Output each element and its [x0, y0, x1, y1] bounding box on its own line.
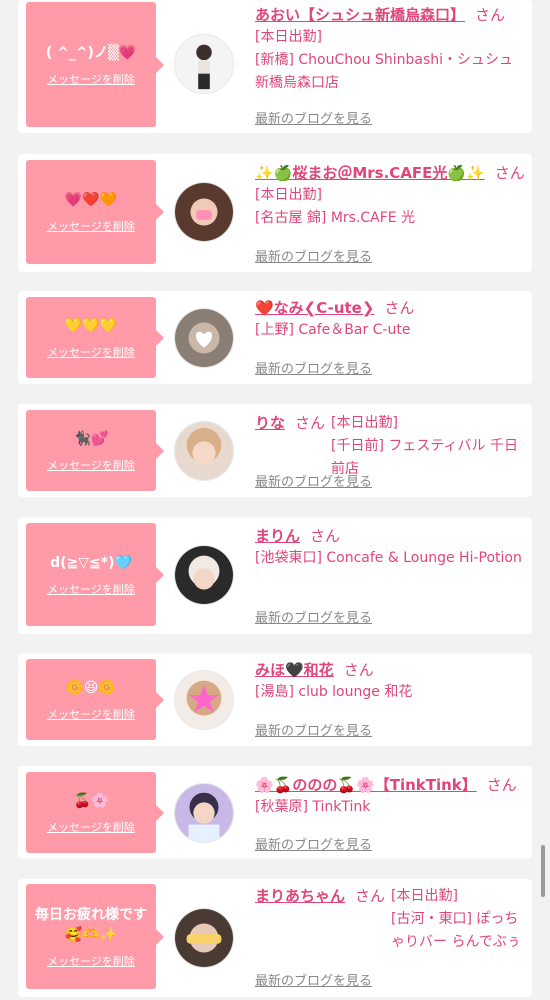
message-text: 💛💛💛 — [64, 317, 118, 334]
list-item: 🍒🌸 メッセージを削除 🌸🍒ののの🍒🌸【TinkTink】 さん [秋葉原] Ti… — [18, 766, 532, 859]
honorific: さん — [475, 6, 506, 24]
cast-name-link[interactable]: みほ🖤和花 — [255, 661, 334, 679]
cast-name-link[interactable]: あおい【シュシュ新橋烏森口】 — [255, 6, 465, 24]
delete-message-link[interactable]: メッセージを削除 — [47, 344, 135, 360]
message-bubble: 毎日お疲れ様です 🥰🫶✨ メッセージを削除 — [26, 884, 164, 989]
delete-message-link[interactable]: メッセージを削除 — [47, 706, 135, 722]
avatar[interactable] — [174, 908, 234, 968]
cast-name-link[interactable]: まりあちゃん — [255, 887, 345, 905]
avatar[interactable] — [174, 34, 234, 94]
message-bubble: d(≧▽≦*)🩵 メッセージを削除 — [26, 523, 164, 626]
scrollbar[interactable] — [541, 845, 545, 897]
delete-message-link[interactable]: メッセージを削除 — [47, 819, 135, 835]
shop-info: [湯島] club lounge 和花 — [255, 684, 413, 700]
message-text: d(≧▽≦*)🩵 — [50, 554, 132, 571]
latest-blog-link[interactable]: 最新のブログを見る — [255, 358, 372, 377]
shop-info: [上野] Cafe＆Bar C-ute — [255, 322, 411, 338]
latest-blog-link[interactable]: 最新のブログを見る — [255, 246, 372, 265]
honorific: さん — [343, 661, 374, 679]
cast-name-link[interactable]: ❤️なみ❮C-ute❯ — [255, 299, 374, 317]
list-item: 🌼😆🌼 メッセージを削除 みほ🖤和花 さん [湯島] club lounge 和花… — [18, 653, 532, 746]
message-text: 毎日お疲れ様です 🥰🫶✨ — [35, 906, 147, 943]
list-item: 毎日お疲れ様です 🥰🫶✨ メッセージを削除 まりあちゃん さん [本日出勤] [古… — [18, 879, 532, 997]
message-text: 🌼😆🌼 — [66, 679, 116, 696]
message-bubble: 💗❤️🧡 メッセージを削除 — [26, 160, 164, 264]
avatar[interactable] — [174, 545, 234, 605]
avatar[interactable] — [174, 783, 234, 843]
message-bubble: 🍒🌸 メッセージを削除 — [26, 772, 164, 853]
message-bubble: 💛💛💛 メッセージを削除 — [26, 297, 164, 378]
honorific: さん — [355, 887, 386, 905]
avatar[interactable] — [174, 308, 234, 368]
honorific: さん — [310, 527, 341, 545]
list-item: 🐈‍⬛💕 メッセージを削除 りな さん [本日出勤] [千日前] フェスティバル … — [18, 404, 532, 497]
avatar[interactable] — [174, 421, 234, 481]
list-item: 💛💛💛 メッセージを削除 ❤️なみ❮C-ute❯ さん [上野] Cafe＆Bar… — [18, 291, 532, 384]
honorific: さん — [295, 414, 326, 432]
avatar[interactable] — [174, 670, 234, 730]
latest-blog-link[interactable]: 最新のブログを見る — [255, 834, 372, 853]
delete-message-link[interactable]: メッセージを削除 — [47, 457, 135, 473]
list-item: ( ^_^)ノ▒💗 メッセージを削除 あおい【シュシュ新橋烏森口】 さん [本日出… — [18, 0, 532, 133]
honorific: さん — [494, 164, 525, 182]
message-text: ( ^_^)ノ▒💗 — [45, 44, 137, 61]
latest-blog-link[interactable]: 最新のブログを見る — [255, 970, 372, 989]
shop-info: [秋葉原] TinkTink — [255, 799, 371, 815]
latest-blog-link[interactable]: 最新のブログを見る — [255, 108, 372, 127]
list-item: d(≧▽≦*)🩵 メッセージを削除 まりん さん [池袋東口] Concafe &… — [18, 517, 532, 634]
message-text: 🐈‍⬛💕 — [73, 430, 109, 447]
honorific: さん — [384, 299, 415, 317]
list-item: 💗❤️🧡 メッセージを削除 ✨🍏桜まお＠Mrs.CAFE光🍏✨ さん [本日出勤]… — [18, 154, 532, 272]
latest-blog-link[interactable]: 最新のブログを見る — [255, 607, 372, 626]
latest-blog-link[interactable]: 最新のブログを見る — [255, 471, 372, 490]
message-text: 💗❤️🧡 — [64, 192, 118, 208]
shop-info: [本日出勤] [新橋] ChouChou Shinbashi・シュシュ新橋烏森口… — [255, 29, 514, 91]
latest-blog-link[interactable]: 最新のブログを見る — [255, 720, 372, 739]
delete-message-link[interactable]: メッセージを削除 — [47, 71, 135, 87]
cast-name-link[interactable]: ✨🍏桜まお＠Mrs.CAFE光🍏✨ — [255, 164, 485, 182]
honorific: さん — [486, 776, 517, 794]
delete-message-link[interactable]: メッセージを削除 — [47, 218, 135, 234]
cast-name-link[interactable]: 🌸🍒ののの🍒🌸【TinkTink】 — [255, 776, 477, 794]
message-text: 🍒🌸 — [73, 792, 109, 809]
message-bubble: 🌼😆🌼 メッセージを削除 — [26, 659, 164, 740]
delete-message-link[interactable]: メッセージを削除 — [47, 581, 135, 597]
message-bubble: 🐈‍⬛💕 メッセージを削除 — [26, 410, 164, 491]
shop-info: [本日出勤] [名古屋 錦] Mrs.CAFE 光 — [255, 187, 416, 226]
delete-message-link[interactable]: メッセージを削除 — [47, 953, 135, 969]
avatar[interactable] — [174, 182, 234, 242]
cast-name-link[interactable]: りな — [255, 414, 285, 432]
cast-name-link[interactable]: まりん — [255, 527, 300, 545]
shop-info: [池袋東口] Concafe & Lounge Hi-Potion — [255, 550, 522, 566]
message-bubble: ( ^_^)ノ▒💗 メッセージを削除 — [26, 2, 164, 127]
